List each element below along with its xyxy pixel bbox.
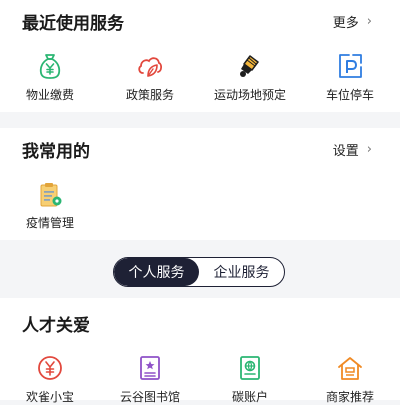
service-huanque-xiaobao[interactable]: 欢雀小宝 [0,354,100,405]
service-label: 云谷图书馆 [119,390,180,404]
chevron-right-icon: › [366,142,372,157]
shop-icon [338,357,362,380]
parking-icon [339,54,362,78]
tab-enterprise-services[interactable]: 企业服务 [199,258,284,286]
service-label: 疫情管理 [25,216,74,230]
clipboard-icon [40,183,62,207]
badminton-icon [240,55,259,77]
favorites-title: 我常用的 [22,142,90,162]
service-type-toggle: 个人服务 企业服务 [113,257,285,287]
service-merchant-recommend[interactable]: 商家推荐 [300,354,400,405]
passbook-icon [240,356,260,380]
recent-services-section: 最近使用服务 更多 › 物业缴费 政策服务 运动场地预定 车位停车 [0,0,400,112]
service-label: 物业缴费 [25,88,74,102]
service-label: 车位停车 [325,88,374,102]
service-type-band: 个人服务 企业服务 [0,240,400,298]
service-label: 运动场地预定 [213,88,286,102]
chevron-right-icon: › [366,14,372,29]
service-label: 商家推荐 [325,390,374,404]
more-label: 更多 [332,16,359,31]
talent-care-title: 人才关爱 [22,316,90,336]
yuan-icon [38,356,62,380]
service-epidemic-management[interactable]: 疫情管理 [10,180,90,231]
talent-care-section: 人才关爱 欢雀小宝 云谷图书馆 碳账户 商家推荐 [0,298,400,404]
service-property-fee[interactable]: 物业缴费 [0,52,100,103]
service-parking[interactable]: 车位停车 [300,52,400,103]
service-policy[interactable]: 政策服务 [100,52,200,103]
service-label: 欢雀小宝 [25,390,74,404]
service-label: 政策服务 [125,88,174,102]
service-carbon-account[interactable]: 碳账户 [200,354,300,405]
service-label: 碳账户 [231,390,268,404]
book-icon [140,356,160,380]
tab-personal-services[interactable]: 个人服务 [114,258,199,286]
money-bag-icon [39,54,61,79]
more-link[interactable]: 更多 › [333,12,372,31]
service-sports-venue[interactable]: 运动场地预定 [200,52,300,103]
recent-services-title: 最近使用服务 [22,14,124,34]
settings-link[interactable]: 设置 › [333,140,372,159]
settings-label: 设置 [332,144,359,159]
service-yungu-library[interactable]: 云谷图书馆 [100,354,200,405]
favorites-section: 我常用的 设置 › 疫情管理 [0,128,400,240]
leaf-cloud-icon [138,57,163,77]
